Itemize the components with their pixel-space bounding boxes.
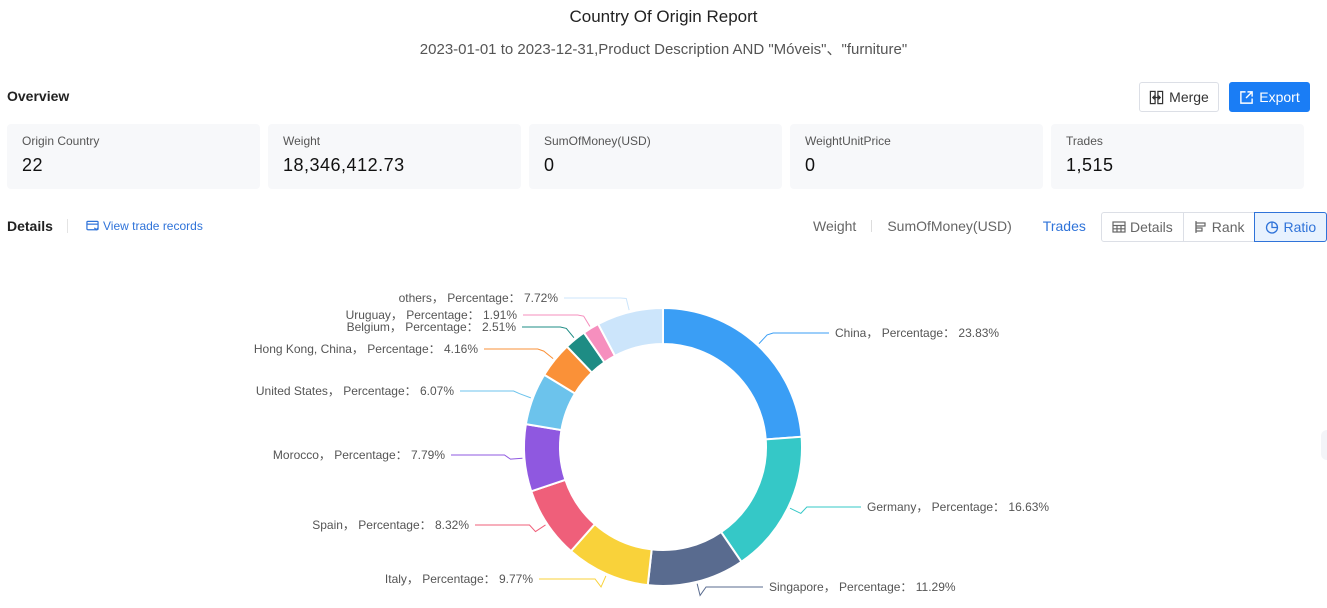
tab-weight[interactable]: Weight [813,218,856,234]
card-weight-unit-price: WeightUnitPrice 0 [790,124,1043,189]
tab-rank-view[interactable]: Rank [1184,213,1256,241]
leader-line [539,575,607,588]
leader-line [484,348,554,360]
slice-label: Hong Kong, China， Percentage： 4.16% [254,342,478,356]
tab-label: Rank [1211,219,1245,235]
donut-slice-china[interactable] [662,306,803,441]
donut-slice-singapore[interactable] [646,530,743,587]
card-value: 0 [544,155,555,175]
card-label: SumOfMoney(USD) [544,134,651,148]
card-value: 0 [805,155,816,175]
slice-label: Germany， Percentage： 16.63% [867,500,1049,514]
card-origin-country: Origin Country 22 [7,124,260,189]
divider [871,220,873,232]
side-panel-handle[interactable] [1321,430,1327,460]
card-weight: Weight 18,346,412.73 [268,124,521,189]
leader-line [758,332,829,345]
pie-chart-icon [1266,221,1279,234]
export-icon [1240,90,1254,104]
slice-label: Italy， Percentage： 9.77% [385,572,533,586]
slice-label: United States， Percentage： 6.07% [256,384,454,398]
leader-line [522,326,575,339]
tab-ratio-view[interactable]: Ratio [1254,212,1327,242]
slice-label: China， Percentage： 23.83% [835,326,999,340]
leader-line [696,583,763,597]
view-trade-records-label: View trade records [103,219,203,233]
slice-label: Morocco， Percentage： 7.79% [273,448,445,462]
slice-label: Belgium， Percentage： 2.51% [347,320,517,334]
donut-slice-germany[interactable] [719,435,803,564]
tab-sum-of-money[interactable]: SumOfMoney(USD) [887,218,1011,234]
table-icon [1112,221,1126,233]
records-icon [86,220,99,231]
leader-line [451,454,523,460]
card-label: Trades [1066,134,1103,148]
leader-line [475,524,546,533]
divider [1027,220,1028,232]
divider [67,219,68,233]
export-button[interactable]: Export [1229,82,1310,112]
slice-label: Spain， Percentage： 8.32% [312,518,469,532]
card-value: 1,515 [1066,155,1114,175]
leader-line [460,390,532,399]
details-heading: Details [7,218,53,234]
tab-label: Details [1130,219,1173,235]
tab-trades[interactable]: Trades [1043,218,1086,234]
leader-line [789,506,861,515]
card-value: 18,346,412.73 [283,155,405,175]
overview-heading: Overview [7,88,70,104]
export-label: Export [1259,89,1300,105]
ratio-donut-chart: China， Percentage： 23.83% Germany， Percen… [254,291,1049,597]
card-label: Origin Country [22,134,100,148]
card-value: 22 [22,155,44,175]
slice-label: Singapore， Percentage： 11.29% [769,580,956,594]
slice-label: Uruguay， Percentage： 1.91% [346,308,518,322]
view-mode-tabs: Details Rank Ratio [1101,212,1327,242]
leader-line [564,297,630,311]
slice-label: others， Percentage： 7.72% [399,291,559,305]
card-sum-of-money: SumOfMoney(USD) 0 [529,124,782,189]
metric-tabs: Weight SumOfMoney(USD) Trades [813,218,1086,234]
card-trades: Trades 1,515 [1051,124,1304,189]
report-subtitle: 2023-01-01 to 2023-12-31,Product Descrip… [419,41,908,58]
merge-icon [1149,90,1164,104]
card-label: Weight [283,134,321,148]
card-label: WeightUnitPrice [805,134,891,148]
tab-label: Ratio [1283,219,1317,235]
bar-rank-icon [1195,221,1206,233]
leader-line [523,314,591,327]
overview-cards: Origin Country 22 Weight 18,346,412.73 S… [7,124,1304,189]
donut-slice-morocco[interactable] [523,422,567,493]
report-title: Country Of Origin Report [569,7,758,26]
tab-details-view[interactable]: Details [1102,213,1184,241]
merge-label: Merge [1169,89,1209,105]
view-trade-records-link[interactable]: View trade records [86,219,203,233]
merge-button[interactable]: Merge [1139,82,1219,112]
